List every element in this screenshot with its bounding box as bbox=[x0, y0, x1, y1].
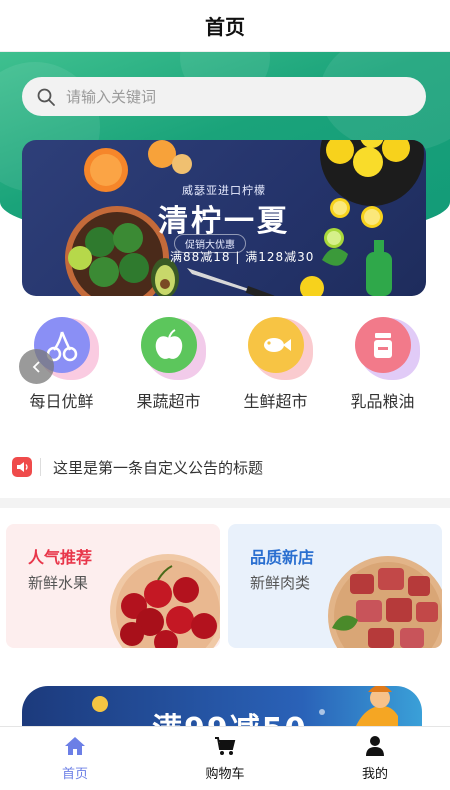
milk-icon bbox=[354, 317, 411, 373]
category-label: 果蔬超市 bbox=[136, 392, 201, 411]
section-divider bbox=[0, 498, 450, 508]
tab-label: 首页 bbox=[61, 767, 88, 782]
card-title: 品质新店 bbox=[250, 548, 315, 567]
category-icon bbox=[140, 316, 206, 380]
search-input[interactable] bbox=[66, 87, 386, 106]
card-title: 人气推荐 bbox=[28, 548, 93, 567]
category-grid: 每日优鲜 果蔬超市 生鲜超市 乳品粮油 bbox=[0, 316, 450, 416]
tab-cart[interactable]: 购物车 bbox=[150, 727, 300, 790]
fish-icon bbox=[247, 317, 304, 373]
chevron-left-icon bbox=[32, 360, 40, 373]
category-item-dairy-grain[interactable]: 乳品粮油 bbox=[329, 316, 436, 416]
tab-label: 我的 bbox=[361, 767, 388, 782]
user-icon bbox=[366, 736, 384, 756]
category-icon bbox=[354, 316, 420, 380]
tab-label: 购物车 bbox=[205, 767, 245, 782]
promo-card-popular[interactable]: 人气推荐 新鲜水果 bbox=[6, 524, 220, 648]
promo-card-quality[interactable]: 品质新店 新鲜肉类 bbox=[228, 524, 442, 648]
speaker-icon bbox=[12, 457, 32, 477]
search-bar[interactable] bbox=[22, 77, 426, 116]
card-subtitle: 新鲜水果 bbox=[28, 574, 89, 592]
tab-home[interactable]: 首页 bbox=[0, 727, 150, 790]
page-title: 首页 bbox=[205, 15, 245, 39]
notice-divider bbox=[40, 458, 41, 476]
category-item-fresh-market[interactable]: 生鲜超市 bbox=[222, 316, 329, 416]
carousel-prev-button[interactable] bbox=[19, 349, 54, 384]
announcement-bar[interactable]: 这里是第一条自定义公告的标题 bbox=[0, 446, 450, 488]
category-item-fruit-veg[interactable]: 果蔬超市 bbox=[115, 316, 222, 416]
cart-icon bbox=[215, 737, 236, 755]
page-header: 首页 bbox=[0, 0, 450, 52]
home-icon bbox=[65, 737, 85, 755]
card-subtitle: 新鲜肉类 bbox=[250, 574, 311, 592]
category-label: 生鲜超市 bbox=[243, 392, 308, 411]
promo-banner[interactable]: 威瑟亚进口柠檬 清柠一夏 促销大优惠 满88减18 | 满128减30 bbox=[22, 140, 426, 296]
apple-icon bbox=[140, 317, 197, 373]
announcement-text: 这里是第一条自定义公告的标题 bbox=[53, 458, 264, 477]
category-label: 每日优鲜 bbox=[29, 392, 94, 411]
category-label: 乳品粮油 bbox=[350, 392, 415, 411]
bottom-tab-bar: 首页 购物车 我的 bbox=[0, 726, 450, 790]
category-icon bbox=[247, 316, 313, 380]
tab-profile[interactable]: 我的 bbox=[300, 727, 450, 790]
banner-deals: 满88减18 | 满128减30 bbox=[170, 250, 315, 264]
search-icon bbox=[37, 88, 55, 106]
